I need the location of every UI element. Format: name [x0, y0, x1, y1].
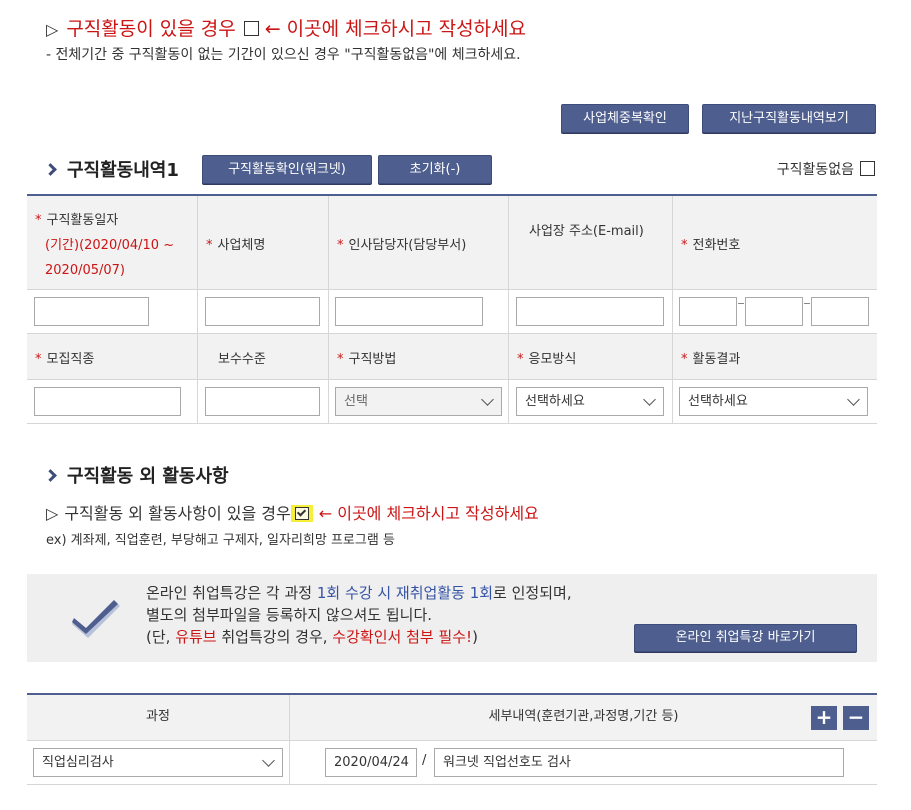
phone-input-2[interactable] [745, 297, 803, 326]
empty-box-icon [243, 21, 259, 36]
apply-select[interactable]: 선택하세요 [516, 387, 664, 416]
date-input[interactable] [34, 297, 149, 326]
header-job-type: * 모집직종 [27, 334, 198, 379]
chevron-down-icon [847, 393, 860, 406]
header-manager: * 인사담당자(담당부서) [329, 196, 509, 289]
activity-title-text: 구직활동내역1 [67, 160, 179, 181]
header-salary: 보수수준 [198, 334, 329, 379]
notice-line: ▷ 구직활동이 있을 경우 ← 이곳에 체크하시고 작성하세요 [46, 14, 526, 41]
add-row-button[interactable]: + [811, 706, 837, 730]
past-history-button[interactable]: 지난구직활동내역보기 [702, 104, 876, 133]
slash-separator: / [422, 753, 427, 768]
table-header-row-1: * 구직활동일자 (기간)(2020/04/10 ~ 2020/05/07) * 사… [27, 196, 877, 290]
result-select[interactable]: 선택하세요 [679, 387, 868, 416]
info-text: 온라인 취업특강은 각 과정 1회 수강 시 재취업활동 1회로 인정되며, 별… [146, 584, 572, 646]
header-address: 사업장 주소(E-mail) [509, 196, 673, 289]
date-range: (기간)(2020/04/10 ~ 2020/05/07) [45, 238, 175, 278]
notice-text-before: 구직활동이 있을 경우 [66, 18, 236, 40]
address-input[interactable] [516, 297, 664, 326]
header-course: 과정 [27, 695, 290, 740]
chevron-down-icon [481, 393, 494, 406]
course-header-row: 과정 세부내역(훈련기관,과정명,기간 등) + − [27, 695, 877, 741]
job-type-input[interactable] [34, 387, 181, 416]
course-table: 과정 세부내역(훈련기관,과정명,기간 등) + − 직업심리검사 2020/0… [27, 693, 877, 785]
salary-input[interactable] [205, 387, 320, 416]
online-lecture-button[interactable]: 온라인 취업특강 바로가기 [634, 624, 857, 652]
company-input[interactable] [205, 297, 320, 326]
no-activity-label: 구직활동없음 [776, 162, 854, 178]
date-field[interactable]: 2020/04/24 [325, 748, 417, 777]
input-row-2: 선택 선택하세요 선택하세요 [27, 380, 877, 424]
sub-notice: - 전체기간 중 구직활동이 없는 기간이 있으신 경우 "구직활동없음"에 체… [46, 47, 521, 63]
remove-row-button[interactable]: − [843, 706, 869, 730]
detail-field[interactable]: 워크넷 직업선호도 검사 [434, 748, 844, 777]
triangle-icon: ▷ [46, 504, 59, 523]
other-notice-line: ▷ 구직활동 외 활동사항이 있을 경우 ← 이곳에 체크하시고 작성하세요 [46, 504, 539, 523]
worknet-check-button[interactable]: 구직활동확인(워크넷) [202, 155, 372, 184]
other-activity-checkbox[interactable] [290, 505, 313, 522]
checkmark-icon [72, 600, 120, 638]
input-row-1 [27, 290, 877, 334]
course-select[interactable]: 직업심리검사 [33, 748, 283, 777]
other-section-title: 구직활동 외 활동사항 [44, 462, 229, 488]
activity-table: * 구직활동일자 (기간)(2020/04/10 ~ 2020/05/07) * 사… [27, 194, 877, 424]
examples-text: ex) 계좌제, 직업훈련, 부당해고 구제자, 일자리희망 프로그램 등 [46, 533, 395, 548]
notice-text-after: ← 이곳에 체크하시고 작성하세요 [264, 18, 526, 40]
date-label: 구직활동일자 [46, 213, 119, 228]
manager-input[interactable] [335, 297, 483, 326]
phone-input-3[interactable] [811, 297, 869, 326]
no-activity-toggle[interactable]: 구직활동없음 [777, 159, 875, 179]
header-company: * 사업체명 [198, 196, 329, 289]
chevron-right-icon [44, 469, 57, 482]
header-phone: * 전화번호 [681, 238, 741, 253]
reset-button[interactable]: 초기화(-) [378, 155, 492, 184]
chevron-down-icon [643, 393, 656, 406]
activity-section-title: 구직활동내역1 [44, 156, 179, 182]
table-header-row-2: * 모집직종 보수수준 * 구직방법 * 응모방식 * 활동결과 [27, 334, 877, 380]
header-apply: * 응모방식 [509, 334, 673, 379]
phone-dash [738, 303, 744, 304]
duplicate-check-button[interactable]: 사업체중복확인 [561, 104, 689, 133]
chevron-right-icon [44, 163, 57, 176]
no-activity-checkbox[interactable] [860, 161, 875, 176]
method-select[interactable]: 선택 [335, 387, 502, 416]
header-method: * 구직방법 [329, 334, 509, 379]
course-row: 직업심리검사 2020/04/24 / 워크넷 직업선호도 검사 [27, 741, 877, 785]
triangle-icon: ▷ [46, 20, 59, 39]
chevron-down-icon [262, 754, 275, 767]
phone-dash [804, 303, 810, 304]
header-date: * 구직활동일자 (기간)(2020/04/10 ~ 2020/05/07) [27, 196, 198, 289]
header-detail: 세부내역(훈련기관,과정명,기간 등) + − [290, 695, 877, 740]
phone-input-1[interactable] [679, 297, 737, 326]
header-result: * 활동결과 [681, 352, 741, 367]
